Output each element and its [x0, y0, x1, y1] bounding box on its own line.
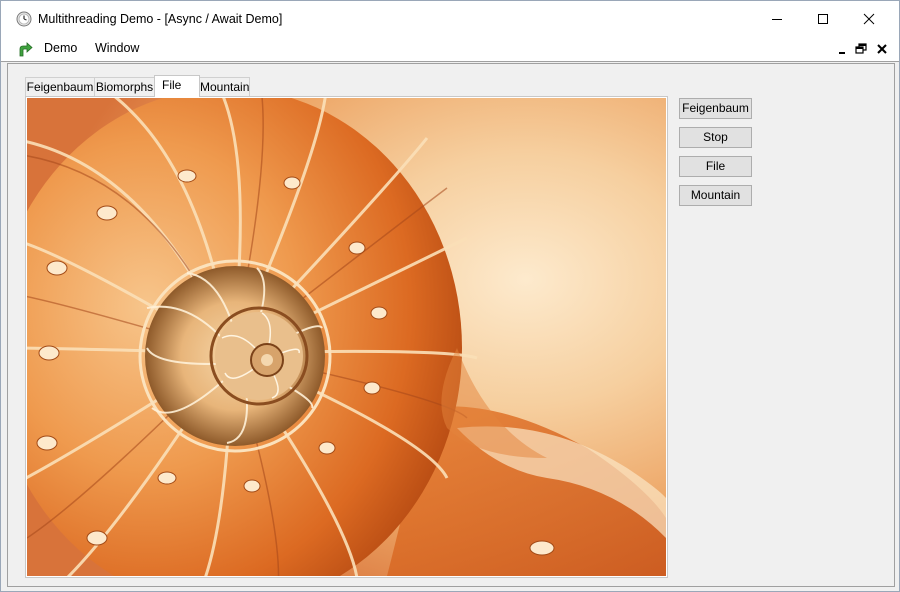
- window-title: Multithreading Demo - [Async / Await Dem…: [38, 12, 283, 26]
- mdi-restore-icon[interactable]: [854, 42, 868, 56]
- nautilus-image-graphic: [27, 98, 666, 576]
- menu-window[interactable]: Window: [95, 41, 139, 55]
- mdi-child-client: Feigenbaum Biomorphs File Mountain Feige…: [7, 63, 895, 587]
- tab-feigenbaum[interactable]: Feigenbaum: [25, 77, 95, 96]
- close-icon: [863, 13, 875, 25]
- maximize-button[interactable]: [800, 1, 846, 37]
- nautilus-shell-image: [27, 98, 666, 576]
- file-button[interactable]: File: [679, 156, 752, 177]
- minimize-icon: [772, 19, 782, 20]
- tab-biomorphs[interactable]: Biomorphs: [94, 77, 155, 96]
- mountain-button[interactable]: Mountain: [679, 185, 752, 206]
- mdi-child-icon[interactable]: [16, 40, 34, 58]
- menu-demo[interactable]: Demo: [44, 41, 77, 55]
- tab-mountain[interactable]: Mountain: [199, 77, 250, 96]
- app-window: Multithreading Demo - [Async / Await Dem…: [0, 0, 900, 592]
- close-button[interactable]: [846, 1, 892, 37]
- stop-button[interactable]: Stop: [679, 127, 752, 148]
- maximize-icon: [818, 14, 828, 24]
- feigenbaum-button[interactable]: Feigenbaum: [679, 98, 752, 119]
- mdi-close-icon[interactable]: [875, 42, 889, 56]
- mdi-minimize-icon[interactable]: [836, 42, 850, 56]
- tab-file[interactable]: File: [154, 75, 200, 97]
- title-bar[interactable]: Multithreading Demo - [Async / Await Dem…: [1, 1, 899, 37]
- tab-panel-file: [25, 96, 668, 578]
- minimize-button[interactable]: [754, 1, 800, 37]
- clock-icon[interactable]: [16, 11, 32, 27]
- menu-bar: Demo Window: [1, 37, 899, 62]
